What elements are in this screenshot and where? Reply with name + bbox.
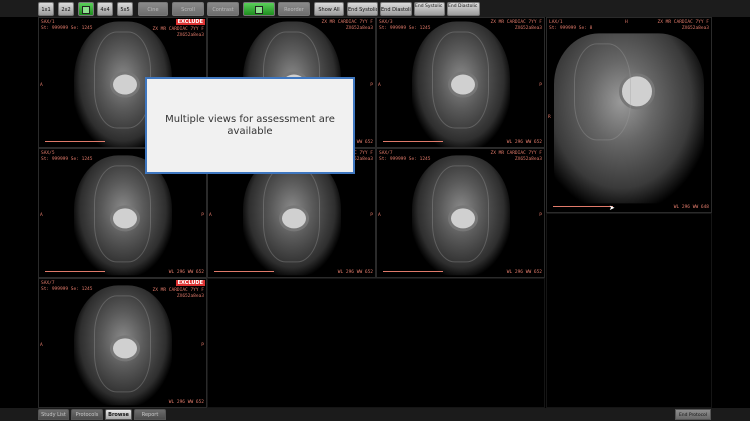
- end-diastolic-button[interactable]: End Diastolic: [380, 2, 412, 16]
- layout-5x5-button[interactable]: 5x5: [117, 2, 133, 16]
- scale-ruler: [45, 271, 105, 272]
- window-level: WL 296 WW 652: [337, 270, 373, 275]
- patient-id: ZX652a8ea3: [514, 26, 542, 31]
- patient-id: ZX652a8ea3: [345, 26, 373, 31]
- bottom-navigation: Study List Protocols Browse Report End P…: [0, 408, 750, 421]
- scale-ruler: [383, 271, 443, 272]
- window-level: WL 296 WW 652: [168, 400, 204, 405]
- popup-message: Multiple views for assessment are availa…: [165, 113, 335, 137]
- viewport-lax[interactable]: LAX/1 St: 999999 Se: 8 ZX MR CARDIAC 7YY …: [546, 17, 712, 213]
- mri-image: [411, 155, 510, 276]
- layout-4x4-button[interactable]: 4x4: [97, 2, 113, 16]
- study-label: St: 999999 Se: 1245: [41, 287, 93, 292]
- orientation-right: P: [539, 82, 542, 88]
- orientation-right: P: [539, 213, 542, 218]
- orientation-left: A: [40, 343, 43, 348]
- show-all-button[interactable]: Show All: [314, 2, 344, 16]
- layout-3x3-button[interactable]: [78, 2, 94, 16]
- layout-1x1-button[interactable]: 1x1: [38, 2, 54, 16]
- orientation-left: A: [209, 213, 212, 218]
- study-label: St: 999999 Se: 8: [549, 26, 593, 31]
- orientation-right: P: [201, 213, 204, 218]
- tab-report[interactable]: Report: [134, 409, 166, 420]
- orientation-left: R: [548, 115, 551, 120]
- mouse-cursor-icon: ➤: [609, 204, 615, 212]
- viewport-7[interactable]: SAX/7 St: 999999 Se: 1245 ZX MR CARDIAC 7…: [38, 278, 207, 408]
- exclude-badge[interactable]: EXCLUDE: [175, 280, 205, 286]
- mri-image: [554, 33, 704, 204]
- tab-protocols[interactable]: Protocols: [71, 409, 103, 420]
- orientation-right: P: [370, 82, 373, 88]
- tab-study-list[interactable]: Study List: [38, 409, 69, 420]
- window-level: WL 296 WW 652: [506, 140, 542, 145]
- image-viewer: SAX/1 St: 999999 Se: 1245 ZX MR CARDIAC 7…: [38, 17, 712, 408]
- sync-button[interactable]: [243, 2, 275, 16]
- orientation-left: A: [378, 82, 381, 88]
- toolbar: 1x1 2x2 4x4 5x5 Cine Scroll Contrast Reo…: [0, 0, 750, 17]
- info-popup[interactable]: Multiple views for assessment are availa…: [145, 77, 355, 174]
- empty-viewport: [207, 278, 545, 408]
- mri-image: [411, 21, 510, 147]
- patient-id: ZX652a8ea3: [681, 26, 709, 31]
- orientation-left: A: [40, 82, 43, 88]
- scroll-button[interactable]: Scroll: [172, 2, 204, 16]
- orientation-left: A: [40, 213, 43, 218]
- end-protocol-button[interactable]: End Protocol: [675, 409, 711, 420]
- orientation-left: A: [378, 213, 381, 218]
- exclude-badge[interactable]: EXCLUDE: [175, 19, 205, 25]
- study-label: St: 999999 Se: 1245: [41, 157, 93, 162]
- tab-browse[interactable]: Browse: [105, 409, 132, 420]
- patient-id: ZX652a8ea3: [176, 33, 204, 38]
- end-systolic-button[interactable]: End Systolic: [347, 2, 378, 16]
- sync-icon: [255, 5, 263, 14]
- window-level: WL 296 WW 648: [673, 205, 709, 210]
- mri-image: [73, 285, 172, 406]
- grid-icon: [82, 5, 90, 14]
- patient-id: ZX652a8ea3: [176, 294, 204, 299]
- contrast-button[interactable]: Contrast: [207, 2, 239, 16]
- scale-ruler: [553, 206, 613, 207]
- layout-2x2-button[interactable]: 2x2: [58, 2, 74, 16]
- orientation-right: P: [201, 343, 204, 348]
- scale-ruler: [45, 141, 105, 142]
- scale-ruler: [214, 271, 274, 272]
- study-label: St: 999999 Se: 1245: [41, 26, 93, 31]
- orientation-right: P: [370, 213, 373, 218]
- viewport-3[interactable]: SAX/3 St: 999999 Se: 1245 ZX MR CARDIAC 7…: [376, 17, 545, 148]
- window-level: WL 296 WW 652: [168, 270, 204, 275]
- patient-id: ZX652a8ea3: [514, 157, 542, 162]
- cine-button[interactable]: Cine: [138, 2, 168, 16]
- study-label: St: 999999 Se: 1245: [379, 157, 431, 162]
- viewport-6[interactable]: SAX/7 St: 999999 Se: 1245 ZX MR CARDIAC 7…: [376, 148, 545, 278]
- end-systolic-rv-button[interactable]: End Systolic (RV): [414, 2, 445, 16]
- study-label: St: 999999 Se: 1245: [379, 26, 431, 31]
- empty-viewport: [546, 213, 712, 408]
- scale-ruler: [383, 141, 443, 142]
- end-diastolic-rv-button[interactable]: End Diastolic (RV): [447, 2, 480, 16]
- reorder-button[interactable]: Reorder: [278, 2, 310, 16]
- window-level: WL 296 WW 652: [506, 270, 542, 275]
- orientation-top: H: [625, 20, 628, 25]
